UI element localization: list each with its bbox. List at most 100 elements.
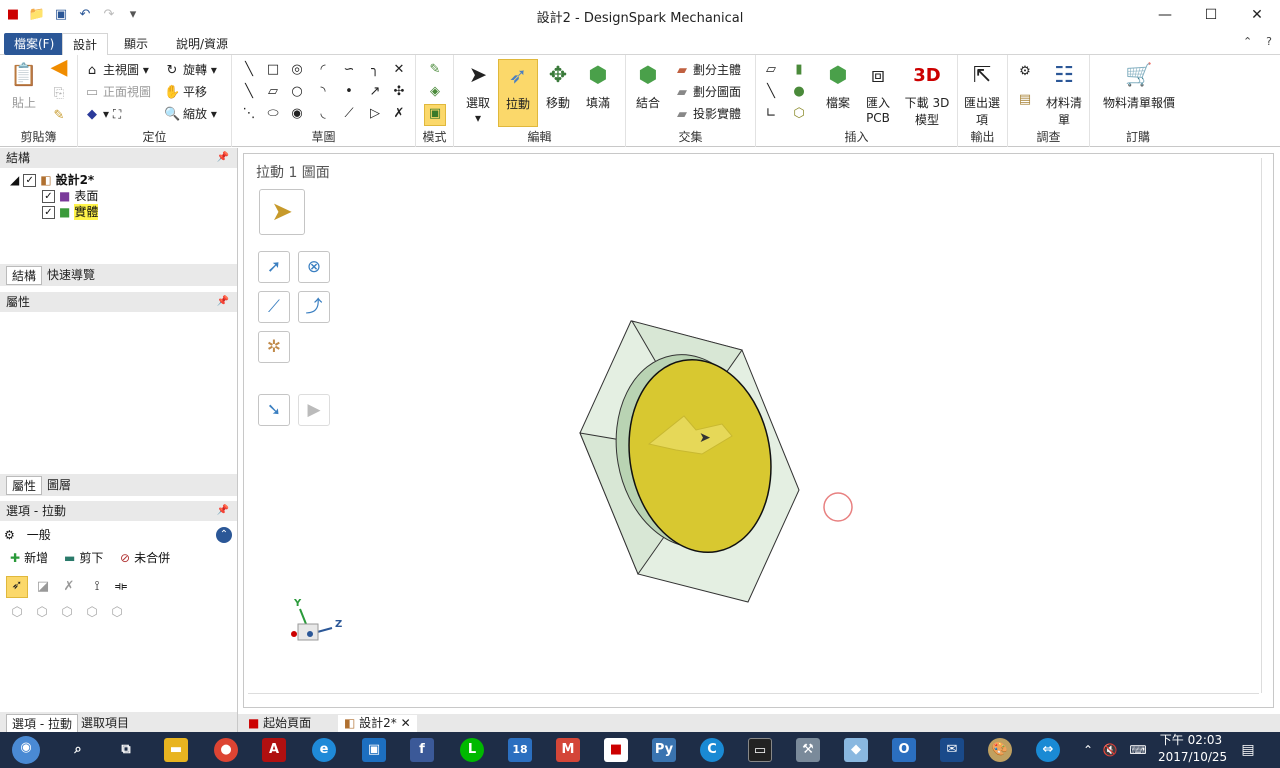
split-curve-icon[interactable]: ✗ [390, 105, 408, 123]
ellipse-tool-icon[interactable]: ◉ [288, 105, 306, 123]
tab-file[interactable]: 檔案(F) [4, 33, 65, 55]
ie-icon[interactable]: e [312, 738, 336, 762]
solid-checkbox[interactable]: ✓ [42, 205, 55, 219]
close-tab-icon[interactable]: ✕ [401, 716, 411, 730]
tab-layers[interactable]: 圖層 [42, 476, 76, 495]
close-button[interactable]: ✕ [1234, 0, 1280, 30]
tab-structure[interactable]: 結構 [6, 266, 43, 285]
cube-option-5-icon[interactable]: ⬡ [108, 604, 126, 622]
rectangle-tool-icon[interactable]: □ [264, 61, 282, 79]
clock[interactable]: 下午 02:03 2017/10/25 [1158, 732, 1227, 766]
file-explorer-icon[interactable]: ▬ [164, 738, 188, 762]
polygon-tool-icon[interactable]: ⬭ [264, 105, 282, 123]
point-icon[interactable]: • [340, 83, 358, 101]
sweep-arc-icon[interactable]: ◝ [314, 83, 332, 101]
pan-button[interactable]: ✋ 平移 [164, 82, 207, 102]
combine-button[interactable]: ⬢ 結合 [628, 59, 668, 127]
offset-curve-icon[interactable]: ↗ [366, 83, 384, 101]
export-options-button[interactable]: ⇱ 匯出選項 [962, 59, 1002, 127]
cube-option-4-icon[interactable]: ⬡ [83, 604, 101, 622]
cube-option-1-icon[interactable]: ⬡ [8, 604, 26, 622]
split-face-button[interactable]: ▰ 劃分圖面 [674, 82, 741, 102]
move-button[interactable]: ✥ 移動 [538, 59, 578, 127]
cube-option-3-icon[interactable]: ⬡ [58, 604, 76, 622]
chrome-icon[interactable]: ● [214, 738, 238, 762]
facebook-icon[interactable]: f [410, 738, 434, 762]
tray-chevron-icon[interactable]: ⌃ [1076, 738, 1100, 762]
mail-icon[interactable]: ✉ [940, 738, 964, 762]
tree-item-surface[interactable]: ✓ ■ 表面 [42, 188, 98, 204]
designspark-icon[interactable]: ■ [604, 738, 628, 762]
maximize-button[interactable]: ☐ [1188, 0, 1234, 30]
select-button[interactable]: ➤ 選取 ▾ [458, 59, 498, 127]
project-curve-icon[interactable]: ▷ [366, 105, 384, 123]
cylinder-icon[interactable]: ▮ [790, 61, 808, 79]
circle-tool-icon[interactable]: ◎ [288, 61, 306, 79]
fillet-tool-icon[interactable]: ╮ [366, 61, 384, 79]
extend-icon[interactable]: ✣ [390, 83, 408, 101]
root-checkbox[interactable]: ✓ [23, 173, 37, 187]
tab-help[interactable]: 說明/資源 [166, 33, 238, 55]
cut-option[interactable]: ▬ 剪下 [64, 550, 103, 566]
help-icon[interactable]: ? [1266, 35, 1272, 48]
construction-line-icon[interactable]: ⋱ [240, 105, 258, 123]
tangent-line-icon[interactable]: ╲ [240, 83, 258, 101]
collapse-section-icon[interactable]: ⌃ [216, 527, 232, 543]
tab-properties[interactable]: 屬性 [6, 476, 43, 495]
download-3d-button[interactable]: 3D 下載 3D模型 [900, 59, 954, 127]
paint-icon[interactable]: 🎨 [988, 738, 1012, 762]
project-button[interactable]: ▰ 投影實體 [674, 104, 741, 124]
measure-icon[interactable]: ⚙ [1016, 63, 1034, 81]
front-view-button[interactable]: ▭ 正面視圖 [84, 82, 151, 102]
line-icon[interactable]: L [460, 738, 484, 762]
tab-quick-nav[interactable]: 快速導覽 [42, 266, 100, 285]
section-mode-icon[interactable]: ◈ [426, 83, 444, 101]
acrobat-icon[interactable]: A [262, 738, 286, 762]
tab-selection[interactable]: 選取項目 [76, 714, 134, 733]
tree-item-solid[interactable]: ✓ ■ 實體 [42, 204, 99, 220]
python-icon[interactable]: Py [652, 738, 676, 762]
terminal-icon[interactable]: ▭ [748, 738, 772, 762]
rotate-button[interactable]: ↻ 旋轉 ▾ [164, 60, 217, 80]
revolve-option-icon[interactable]: ◪ [34, 578, 52, 596]
paste-button[interactable]: 📋 貼上 [4, 59, 44, 127]
bom-quote-button[interactable]: 🛒 物料清單報價 [1096, 59, 1182, 127]
three-point-rect-icon[interactable]: ▱ [264, 83, 282, 101]
volume-icon[interactable]: ▤ [1016, 91, 1034, 109]
view-cube-button[interactable]: ◆ ▾ ⛶ [84, 104, 121, 124]
tab-design[interactable]: 設計 [62, 33, 109, 56]
import-pcb-button[interactable]: ⧈ 匯入PCB [858, 59, 898, 127]
pull-option-icon[interactable]: ➶ [6, 576, 28, 598]
tools-icon[interactable]: ⚒ [796, 738, 820, 762]
copy-icon[interactable]: ⎘ [50, 85, 68, 103]
minimize-button[interactable]: — [1142, 0, 1188, 30]
store-icon[interactable]: ▣ [362, 738, 386, 762]
calendar-icon[interactable]: 18 [508, 738, 532, 762]
design-canvas[interactable]: 拉動 1 圖面 ➤ ➚ ⊗ ⟋ ⤴ ✲ ➘ ▶ ➤ Y Z [243, 153, 1274, 708]
outlook-icon[interactable]: O [892, 738, 916, 762]
zoom-button[interactable]: 🔍 縮放 ▾ [164, 104, 217, 124]
shell-icon[interactable]: ⬡ [790, 105, 808, 123]
split-body-button[interactable]: ▰ 劃分主體 [674, 60, 741, 80]
notification-icon[interactable]: ▤ [1236, 738, 1260, 762]
tab-start-page[interactable]: ■ 起始頁面 [242, 715, 317, 732]
axis-icon[interactable]: ╲ [762, 83, 780, 101]
teamviewer-icon[interactable]: ⇔ [1036, 738, 1060, 762]
start-icon[interactable]: ◉ [12, 736, 40, 764]
three-point-arc-icon[interactable]: ◟ [314, 105, 332, 123]
3d-mode-icon[interactable]: ▣ [424, 104, 446, 126]
home-view-button[interactable]: ⌂ 主視圖 ▾ [84, 60, 149, 80]
search-icon[interactable]: ⌕ [66, 738, 90, 762]
horizontal-scrollbar[interactable] [248, 693, 1259, 705]
gmail-icon[interactable]: M [556, 738, 580, 762]
blend-option-icon[interactable]: ⟚ [112, 578, 130, 596]
vertical-scrollbar[interactable] [1261, 158, 1271, 693]
surface-checkbox[interactable]: ✓ [42, 189, 55, 203]
sweep-option-icon[interactable]: ✗ [60, 578, 78, 596]
pin-icon[interactable]: 📌 [217, 292, 229, 312]
collapse-ribbon-icon[interactable]: ⌃ [1243, 35, 1252, 48]
draft-option-icon[interactable]: ⟟ [88, 578, 106, 596]
task-view-icon[interactable]: ⧉ [114, 738, 138, 762]
tab-options-pull[interactable]: 選項 - 拉動 [6, 714, 78, 733]
bom-button[interactable]: ☷ 材料清單 [1044, 59, 1084, 127]
